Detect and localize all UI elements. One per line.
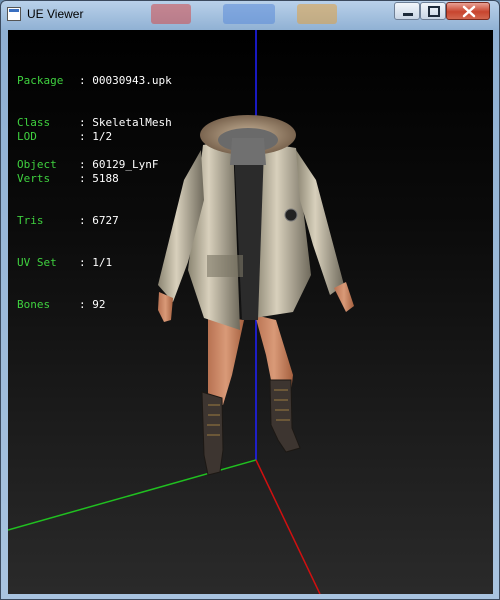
info-separator: :	[79, 256, 93, 269]
info-row-tris: Tris: 6727	[17, 214, 119, 228]
info-label: Bones	[17, 298, 51, 311]
background-blur	[223, 4, 275, 24]
info-separator: :	[79, 130, 93, 143]
info-separator: :	[79, 298, 93, 311]
background-blur	[151, 4, 191, 24]
info-value: 00030943.upk	[92, 74, 172, 87]
info-value: 1/1	[92, 256, 113, 269]
info-value: 6727	[92, 214, 119, 227]
maximize-icon	[428, 6, 440, 17]
3d-viewport[interactable]: Package: 00030943.upk Class: SkeletalMes…	[8, 30, 493, 594]
minimize-icon	[403, 13, 413, 16]
info-separator: :	[79, 214, 93, 227]
jacket	[158, 140, 344, 330]
info-value: 5188	[92, 172, 119, 185]
close-icon	[462, 5, 476, 18]
background-blur	[297, 4, 337, 24]
info-label: Tris	[17, 214, 44, 227]
info-separator: :	[79, 172, 93, 185]
info-value: 92	[92, 298, 106, 311]
title-bar[interactable]: UE Viewer	[1, 1, 499, 29]
info-label: Package	[17, 74, 64, 87]
info-value: 1/2	[92, 130, 113, 143]
info-separator: :	[79, 74, 93, 87]
info-row-package: Package: 00030943.upk	[17, 74, 172, 88]
info-row-uv-set: UV Set: 1/1	[17, 256, 119, 270]
minimize-button[interactable]	[394, 2, 420, 20]
window-title: UE Viewer	[27, 7, 84, 21]
ue-viewer-window: UE Viewer Package: 00030943.upk Class:…	[0, 0, 500, 600]
maximize-button[interactable]	[420, 2, 446, 20]
info-row-lod: LOD: 1/2	[17, 130, 119, 144]
mesh-stats-block: LOD: 1/2 Verts: 5188 Tris: 6727 UV Set: …	[17, 102, 119, 340]
info-label: UV Set	[17, 256, 57, 269]
close-button[interactable]	[446, 2, 490, 20]
info-label: Verts	[17, 172, 51, 185]
info-row-verts: Verts: 5188	[17, 172, 119, 186]
app-icon	[7, 7, 21, 21]
info-row-bones: Bones: 92	[17, 298, 119, 312]
info-label: LOD	[17, 130, 37, 143]
